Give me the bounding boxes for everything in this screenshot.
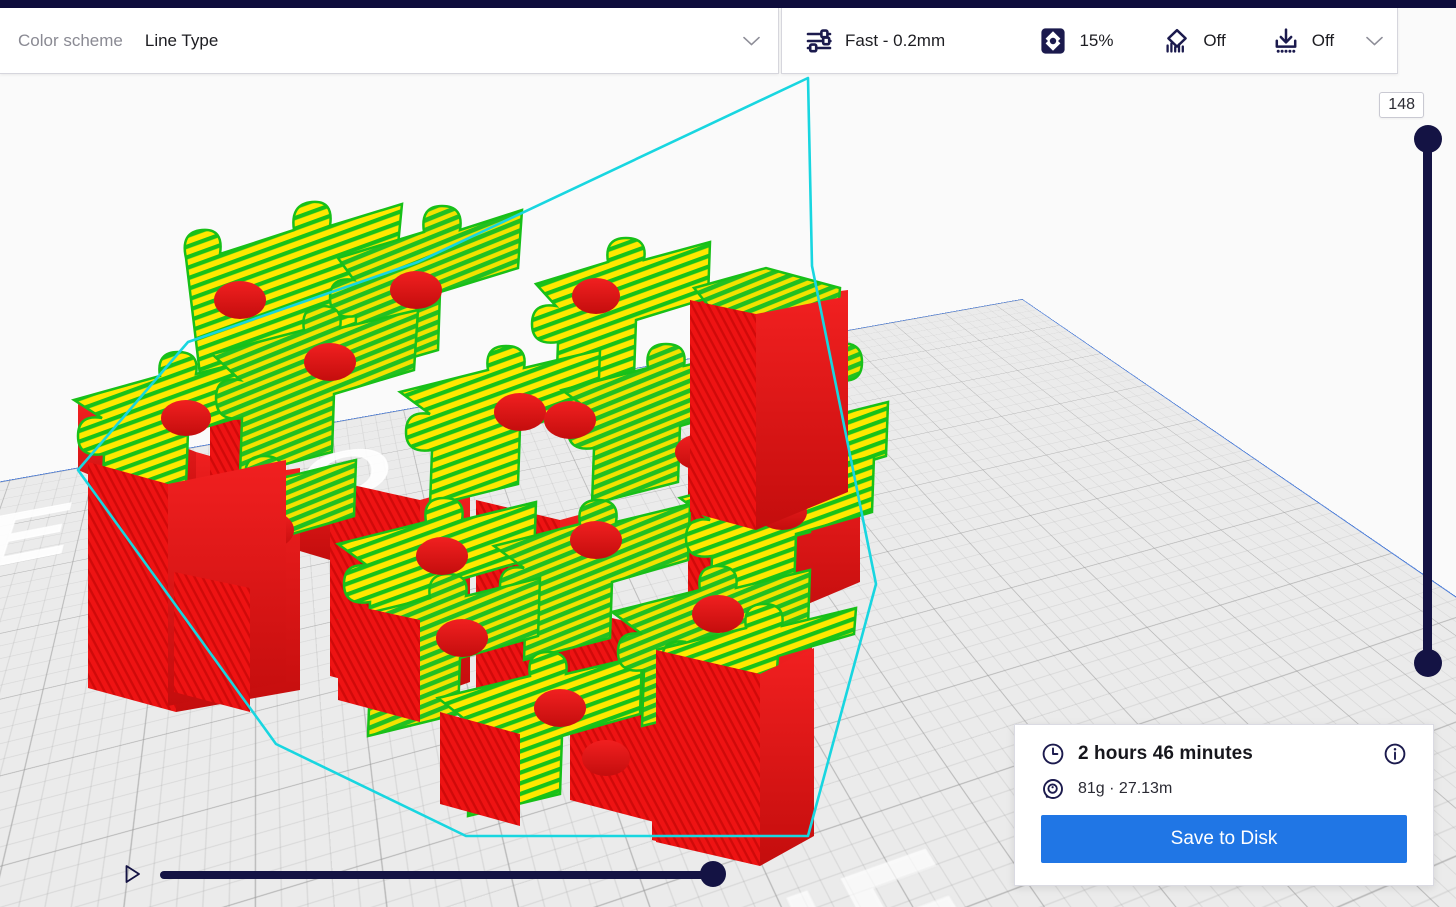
chevron-down-icon-expand[interactable] (1366, 36, 1383, 46)
filament-spool-icon (1041, 777, 1065, 801)
plate-watermark-brand: ELEGOO (0, 428, 409, 639)
clock-icon (1041, 742, 1065, 766)
preview-toolbar: Color scheme Line Type Fast - 0.2mm 15% … (0, 8, 1398, 74)
color-scheme-dropdown[interactable]: Color scheme Line Type (0, 8, 779, 74)
layer-slider-lower-handle[interactable] (1414, 649, 1442, 677)
print-time-row: 2 hours 46 minutes (1041, 742, 1407, 766)
print-time-value: 2 hours 46 minutes (1078, 743, 1253, 765)
toolbar-item-support[interactable]: Off (1158, 8, 1229, 73)
play-icon[interactable] (124, 864, 142, 884)
cura-preview-window: ELEGOO NEPTUNE (0, 0, 1456, 907)
layer-slider[interactable]: 148 (1414, 92, 1442, 682)
print-setup-summary[interactable]: Fast - 0.2mm 15% Off Off (781, 8, 1398, 74)
support-icon (1162, 26, 1192, 56)
playback-handle[interactable] (700, 861, 726, 887)
path-playback-slider[interactable] (124, 851, 724, 897)
layer-slider-upper-handle[interactable] (1414, 125, 1442, 153)
toolbar-item-infill[interactable]: 15% (1034, 8, 1117, 73)
material-usage-value: 81g · 27.13m (1078, 780, 1172, 798)
layer-slider-track[interactable] (1423, 138, 1432, 662)
playback-track[interactable] (160, 871, 724, 879)
playback-track-wrapper[interactable] (160, 861, 724, 887)
toolbar-item-support-label: Off (1203, 31, 1225, 51)
toolbar-item-profile[interactable]: Fast - 0.2mm (800, 8, 949, 73)
color-scheme-label: Color scheme (18, 31, 123, 51)
color-scheme-value: Line Type (145, 31, 218, 51)
toolbar-item-adhesion-label: Off (1312, 31, 1334, 51)
adhesion-icon (1271, 26, 1301, 56)
toolbar-item-profile-label: Fast - 0.2mm (845, 31, 945, 51)
info-icon[interactable] (1383, 742, 1407, 766)
toolbar-item-infill-label: 15% (1079, 31, 1113, 51)
layer-slider-value: 148 (1379, 92, 1424, 118)
print-info-card: 2 hours 46 minutes 81g · 27.13m Save to … (1014, 724, 1434, 886)
infill-icon (1038, 26, 1068, 56)
toolbar-item-adhesion[interactable]: Off (1267, 8, 1338, 73)
chevron-down-icon (743, 36, 760, 46)
title-bar-strip (0, 0, 1456, 8)
material-usage-row: 81g · 27.13m (1041, 777, 1407, 801)
save-to-disk-button[interactable]: Save to Disk (1041, 815, 1407, 863)
print-settings-sliders-icon (804, 26, 834, 56)
